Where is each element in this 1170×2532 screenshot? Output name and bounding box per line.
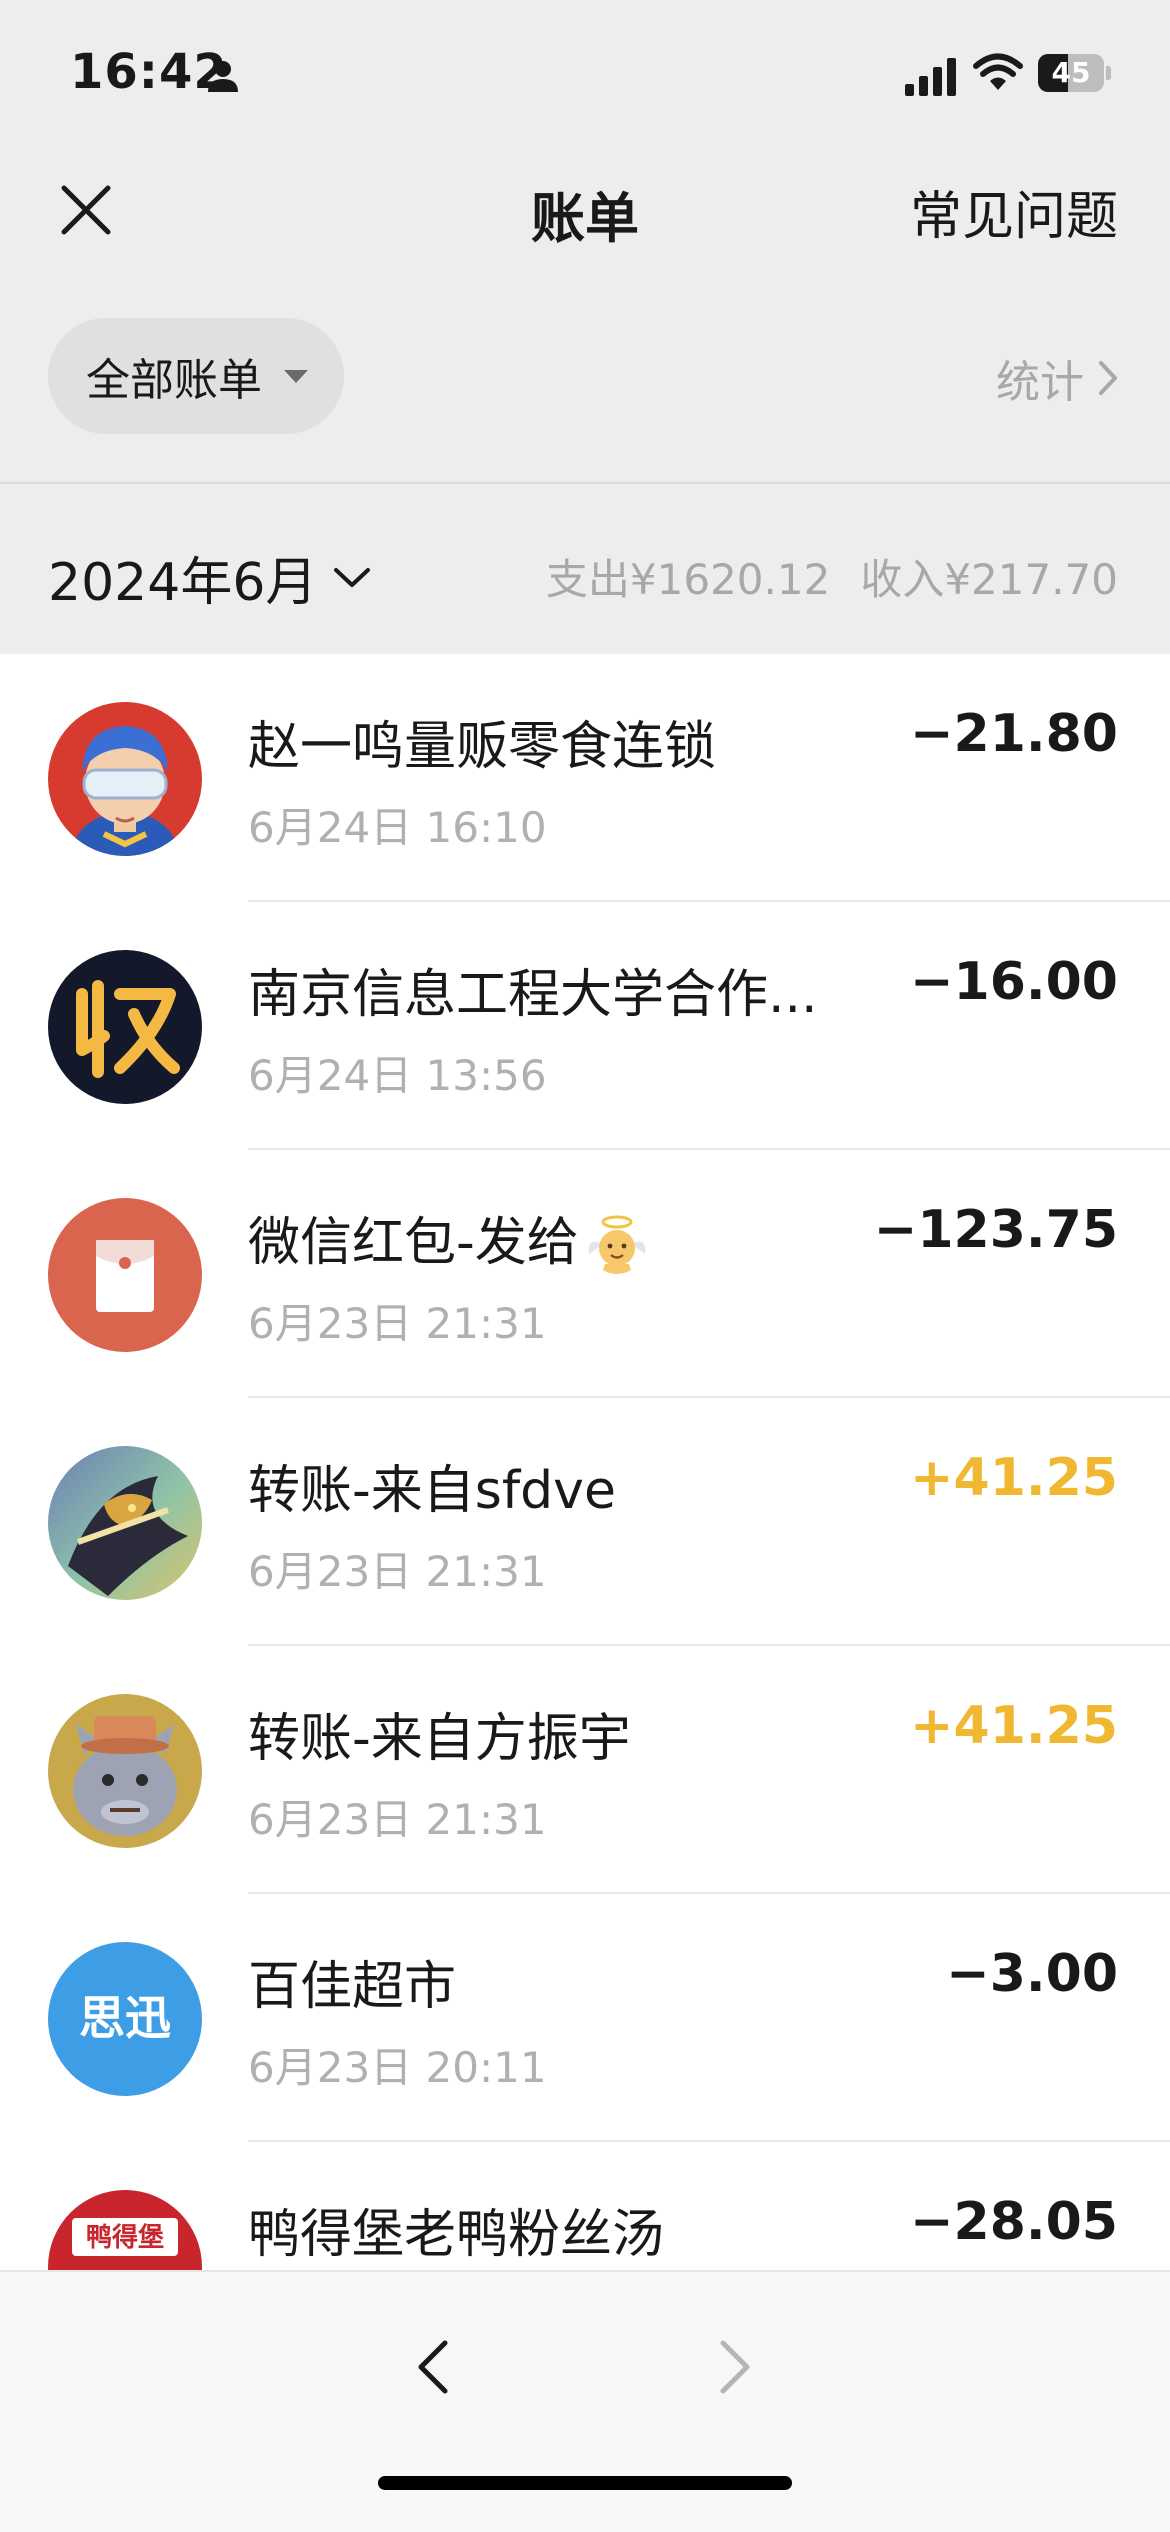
cartoon-hero-avatar <box>48 702 202 856</box>
transaction-time: 6月23日 20:11 <box>248 2043 547 2092</box>
faq-link[interactable]: 常见问题 <box>910 174 1118 249</box>
list-item[interactable]: 南京信息工程大学合作... 6月24日 13:56 −16.00 <box>0 902 1170 1150</box>
transaction-amount: −16.00 <box>909 952 1118 1012</box>
transaction-amount: −3.00 <box>946 1944 1118 2004</box>
yadebao-logo-avatar: 鸭得堡 <box>48 2190 202 2270</box>
angel-baby-emoji <box>588 1215 645 1274</box>
filter-row: 全部账单 统计 <box>0 318 1170 436</box>
list-item[interactable]: 转账-来自方振宇 6月23日 21:31 +41.25 <box>0 1646 1170 1894</box>
game-hero-avatar <box>48 1446 202 1600</box>
sixun-logo-avatar: 思迅 <box>48 1942 202 2096</box>
transaction-time: 6月24日 16:10 <box>248 803 547 852</box>
signal-icon <box>905 58 956 96</box>
home-indicator <box>378 2476 792 2490</box>
month-header: 2024年6月 支出¥1620.12 收入¥217.70 <box>0 484 1170 654</box>
shou-collection-avatar <box>48 950 202 1104</box>
list-item[interactable]: 转账-来自sfdve 6月23日 21:31 +41.25 <box>0 1398 1170 1646</box>
transaction-amount: −28.05 <box>909 2192 1118 2252</box>
list-item[interactable]: 赵一鸣量贩零食连锁 6月24日 16:10 −21.80 <box>0 654 1170 902</box>
stats-link[interactable]: 统计 <box>996 346 1118 410</box>
status-bar: 16:42 45 <box>0 0 1170 150</box>
person-icon <box>208 61 238 92</box>
transaction-time: 6月24日 13:56 <box>248 1051 547 1100</box>
bill-filter-label: 全部账单 <box>86 355 262 406</box>
sixun-logo-text: 思迅 <box>79 1991 171 2045</box>
month-label: 2024年6月 <box>48 553 318 613</box>
chevron-left-icon <box>418 2340 448 2394</box>
transaction-title: 赵一鸣量贩零食连锁 <box>248 717 717 777</box>
forward-button[interactable] <box>700 2332 770 2402</box>
transaction-title: 南京信息工程大学合作... <box>248 965 818 1025</box>
transaction-title: 百佳超市 <box>248 1957 457 2017</box>
page-title: 账单 <box>531 187 639 250</box>
caret-down-icon <box>284 369 308 383</box>
transaction-amount: +41.25 <box>909 1696 1118 1756</box>
chevron-right-icon <box>1099 361 1117 395</box>
battery-level: 45 <box>1051 56 1091 89</box>
income-total: 收入¥217.70 <box>860 555 1118 604</box>
month-selector[interactable]: 2024年6月 <box>48 540 371 615</box>
close-button[interactable] <box>48 172 124 248</box>
list-item[interactable]: 鸭得堡 鸭得堡老鸭粉丝汤 −28.05 <box>0 2142 1170 2270</box>
transaction-amount: −21.80 <box>909 704 1118 764</box>
close-icon <box>61 185 111 235</box>
back-button[interactable] <box>398 2332 468 2402</box>
transaction-time: 6月23日 21:31 <box>248 1547 547 1596</box>
transaction-title: 转账-来自方振宇 <box>248 1709 631 1769</box>
wifi-icon <box>973 53 1023 90</box>
chevron-right-icon <box>720 2340 750 2394</box>
bottom-toolbar <box>0 2270 1170 2532</box>
yadebao-logo-text: 鸭得堡 <box>86 2222 164 2253</box>
transaction-title: 转账-来自sfdve <box>248 1461 616 1521</box>
bill-filter-dropdown[interactable]: 全部账单 <box>48 318 344 434</box>
red-packet-avatar <box>48 1198 202 1352</box>
transaction-amount: +41.25 <box>909 1448 1118 1508</box>
transaction-list: 赵一鸣量贩零食连锁 6月24日 16:10 −21.80 南京信息工程大学合作.… <box>0 654 1170 2270</box>
transaction-title-text: 微信红包-发给 <box>248 1213 579 1273</box>
month-summary: 支出¥1620.12 收入¥217.70 <box>546 546 1118 607</box>
nav-bar: 账单 常见问题 <box>0 150 1170 260</box>
transaction-amount: −123.75 <box>873 1200 1118 1260</box>
list-item[interactable]: 思迅 百佳超市 6月23日 20:11 −3.00 <box>0 1894 1170 2142</box>
chevron-down-icon <box>334 567 371 587</box>
expense-total: 支出¥1620.12 <box>545 555 831 604</box>
transaction-title: 鸭得堡老鸭粉丝汤 <box>248 2205 665 2265</box>
transaction-title: 微信红包-发给 <box>248 1200 848 1278</box>
battery-icon: 45 <box>1038 54 1111 92</box>
stats-label: 统计 <box>996 357 1084 408</box>
cartoon-wolf-avatar <box>48 1694 202 1848</box>
list-item[interactable]: 微信红包-发给 6月23日 21:31 −123.75 <box>0 1150 1170 1398</box>
transaction-time: 6月23日 21:31 <box>248 1299 547 1348</box>
transaction-time: 6月23日 21:31 <box>248 1795 547 1844</box>
